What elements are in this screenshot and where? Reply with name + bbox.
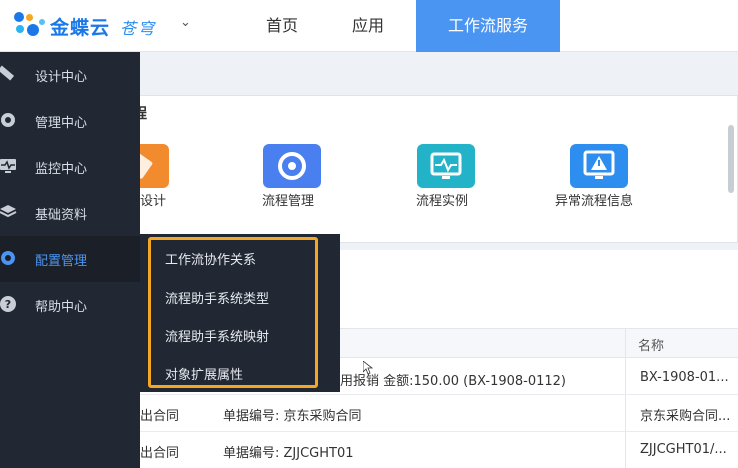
row-type: 出合同 [140, 446, 180, 461]
chevron-down-icon[interactable]: ⌄ [180, 15, 191, 30]
row-name: 京东采购合同... [640, 409, 731, 424]
tile-exception-info[interactable] [569, 144, 629, 188]
sidebar-item-label: 基础资料 [35, 208, 88, 223]
warning-monitor-icon [570, 144, 628, 188]
table-row[interactable]: 出合同 单据编号: 京东采购合同 京东采购合同... [105, 395, 738, 432]
nav-workflow-service[interactable]: 工作流服务 [416, 0, 560, 52]
submenu-item-assistant-system-mapping[interactable]: 流程助手系统映射 [165, 326, 269, 345]
target-icon [1, 113, 15, 127]
sidebar: 设计中心 管理中心 监控中心 基础资料 配置管理 ? 帮助中心 [0, 52, 140, 468]
design-icon [0, 65, 15, 81]
tile-label-process-management: 流程管理 [262, 194, 315, 209]
row-type: 出合同 [140, 409, 180, 424]
row-summary: 单据编号: ZJJCGHT01 [223, 446, 354, 461]
submenu-item-object-extension-attributes[interactable]: 对象扩展属性 [165, 364, 243, 383]
sidebar-item-label: 配置管理 [35, 254, 88, 269]
nav-apps[interactable]: 应用 [334, 0, 402, 52]
monitor-icon [0, 159, 16, 173]
tile-process-instance[interactable] [416, 144, 476, 188]
row-summary: 用报销 金额:150.00 (BX-1908-0112) [340, 374, 567, 389]
monitor-icon [417, 144, 475, 188]
kingdee-logo-icon[interactable] [12, 10, 48, 42]
svg-text:?: ? [5, 298, 11, 311]
row-summary: 单据编号: 京东采购合同 [223, 409, 362, 424]
help-icon: ? [0, 296, 16, 312]
nav-home[interactable]: 首页 [248, 0, 316, 52]
target-icon [263, 144, 321, 188]
sidebar-item-label: 管理中心 [35, 116, 88, 131]
tile-label-design: 设计 [140, 194, 167, 209]
top-bar: 金蝶云 苍穹 ⌄ 首页 应用 工作流服务 [0, 0, 738, 52]
gear-icon [1, 251, 15, 265]
sidebar-item-monitor-center[interactable]: 监控中心 [0, 144, 140, 190]
sidebar-item-label: 监控中心 [35, 162, 88, 177]
sidebar-item-basic-data[interactable]: 基础资料 [0, 190, 140, 236]
sidebar-item-label: 设计中心 [35, 70, 88, 85]
sidebar-item-management-center[interactable]: 管理中心 [0, 98, 140, 144]
tile-label-process-instance: 流程实例 [416, 194, 469, 209]
sidebar-item-label: 帮助中心 [35, 300, 88, 315]
brand-subtitle: 苍穹 [120, 19, 157, 38]
tile-process-management[interactable] [262, 144, 322, 188]
tile-label-exception-info: 异常流程信息 [555, 194, 634, 209]
column-header-name[interactable]: 名称 [638, 335, 664, 354]
submenu-item-assistant-system-type[interactable]: 流程助手系统类型 [165, 288, 269, 307]
row-name: ZJJCGHT01/... [640, 442, 727, 457]
table-row[interactable]: 出合同 单据编号: ZJJCGHT01 ZJJCGHT01/... [105, 432, 738, 468]
sidebar-item-help-center[interactable]: ? 帮助中心 [0, 282, 140, 328]
brand-name: 金蝶云 [50, 17, 111, 39]
panel-scrollbar[interactable] [728, 125, 734, 193]
submenu-item-workflow-collaboration[interactable]: 工作流协作关系 [165, 249, 256, 268]
mouse-cursor-icon [363, 361, 373, 375]
layers-icon [0, 205, 17, 218]
sidebar-item-config-management[interactable]: 配置管理 [0, 236, 140, 282]
sidebar-item-design-center[interactable]: 设计中心 [0, 52, 140, 98]
row-name: BX-1908-01... [640, 370, 729, 385]
